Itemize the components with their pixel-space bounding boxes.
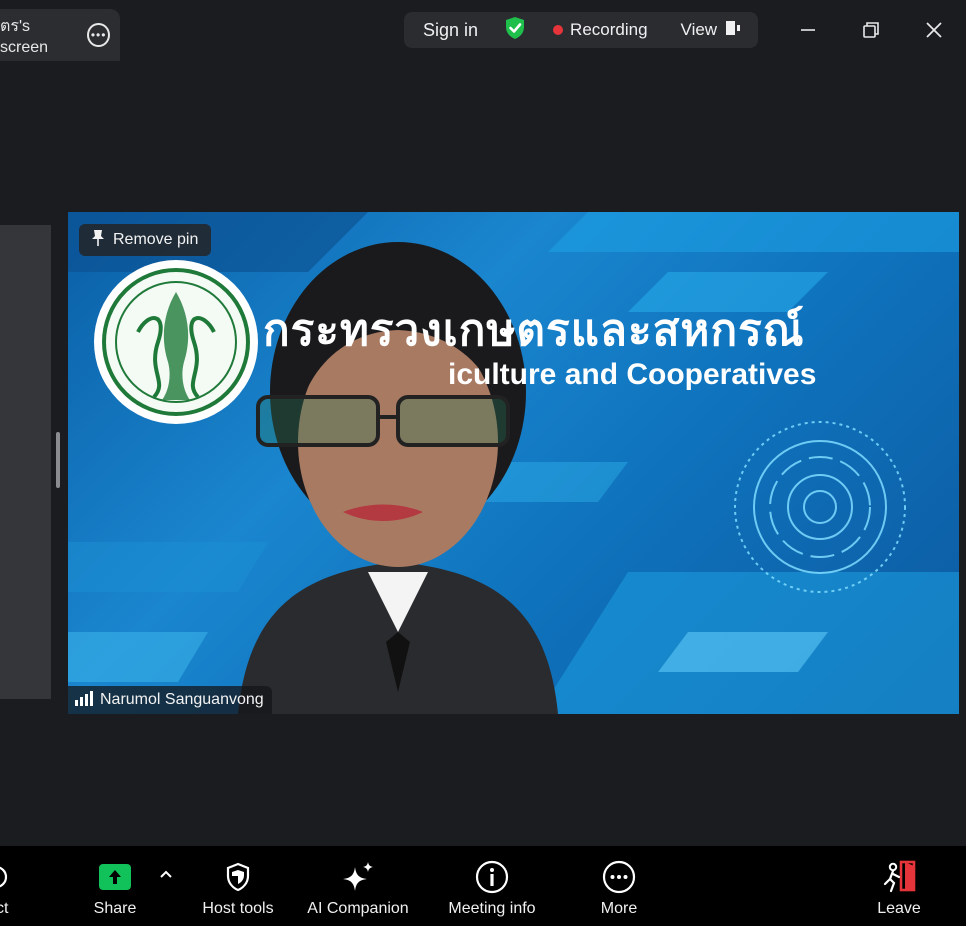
host-shield-icon [225, 860, 251, 894]
banner-thai-text: กระทรวงเกษตรและสหกรณ์ [263, 306, 805, 355]
resize-handle[interactable] [56, 432, 60, 488]
shared-screen-strip[interactable] [0, 225, 51, 699]
recording-dot-icon [553, 25, 564, 35]
more-dots-icon [602, 860, 636, 894]
video-background [68, 212, 959, 714]
meeting-info-button[interactable]: Meeting info [440, 846, 544, 926]
signal-icon [74, 690, 94, 711]
more-icon[interactable]: ••• [87, 23, 110, 47]
meeting-toolbar: ct Share Host tools AI Companion Meeting… [0, 846, 966, 926]
host-tools-label: Host tools [202, 900, 274, 917]
ai-companion-label: AI Companion [307, 900, 409, 917]
minimize-icon[interactable] [792, 14, 824, 46]
screen-share-tab-label: ตร's screen [0, 17, 49, 56]
share-options-caret[interactable] [158, 846, 174, 926]
shield-check-icon[interactable] [504, 16, 526, 45]
sparkle-icon [341, 860, 375, 894]
close-icon[interactable] [918, 14, 950, 46]
meeting-info-label: Meeting info [448, 900, 536, 917]
more-button[interactable]: More [590, 846, 648, 926]
top-bar: ตร's screen ••• Sign in Recording View [0, 0, 966, 62]
participant-name-tag: Narumol Sanguanvong [68, 686, 272, 714]
partial-left-label: ct [0, 900, 9, 917]
share-icon-wrap [99, 860, 131, 894]
recording-label[interactable]: Recording [570, 20, 648, 40]
host-tools-button[interactable]: Host tools [194, 846, 282, 926]
restore-icon[interactable] [855, 14, 887, 46]
participant-name: Narumol Sanguanvong [100, 691, 264, 708]
leave-button[interactable]: Leave [870, 846, 928, 926]
leave-icon [881, 860, 917, 894]
screen-share-tab[interactable]: ตร's screen ••• [0, 9, 120, 61]
pinned-video-tile[interactable]: กระทรวงเกษตรและสหกรณ์ iculture and Coope… [68, 212, 959, 714]
caret-up-icon [160, 866, 172, 882]
share-up-arrow-icon [99, 864, 131, 890]
view-button[interactable]: View [681, 20, 742, 41]
view-icon [725, 20, 741, 41]
info-icon [475, 860, 509, 894]
banner-english-text: iculture and Cooperatives [448, 358, 817, 391]
ai-companion-button[interactable]: AI Companion [302, 846, 414, 926]
sign-in-link[interactable]: Sign in [423, 20, 478, 41]
remove-pin-button[interactable]: Remove pin [79, 224, 212, 256]
partial-left-button[interactable]: ct [0, 846, 16, 926]
status-pill: Sign in Recording View [404, 12, 758, 48]
more-label: More [600, 900, 638, 917]
leave-label: Leave [877, 900, 921, 917]
share-label: Share [93, 900, 137, 917]
pin-icon [91, 229, 105, 252]
share-button[interactable]: Share [84, 846, 146, 926]
partial-circle-icon [0, 860, 10, 894]
view-label: View [680, 20, 718, 39]
remove-pin-label: Remove pin [113, 231, 199, 248]
